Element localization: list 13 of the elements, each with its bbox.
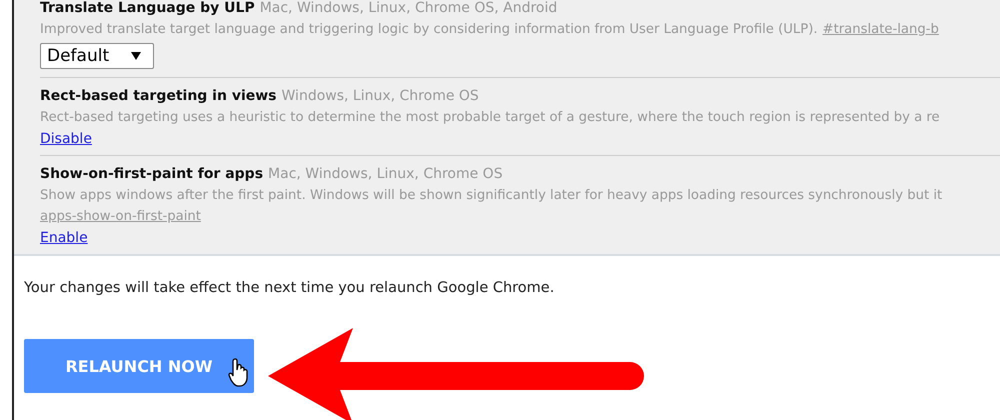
flag-description: Improved translate target language and triggering logic by considering information from User Language Profile (ULP). xyxy=(40,22,818,37)
flag-description: Show apps windows after the first paint. Windows will be shown significantly later for heavy apps loading resources synchronously but it xyxy=(40,188,942,203)
flag-platforms: Mac, Windows, Linux, Chrome OS xyxy=(268,166,503,182)
dropdown[interactable]: Default xyxy=(40,43,154,69)
flag-title: Rect-based targeting in views xyxy=(40,88,277,104)
flag-platforms: Mac, Windows, Linux, Chrome OS, Android xyxy=(260,0,558,16)
flag-title: Show-on-first-paint for apps xyxy=(40,166,264,182)
flag-description: Rect-based targeting uses a heuristic to determine the most probable target of a gesture, where the touch region is represented by a re xyxy=(40,110,940,125)
toggle-link[interactable]: Disable xyxy=(40,131,92,147)
flag-title: Translate Language by ULP xyxy=(40,0,255,16)
flag-platforms: Windows, Linux, Chrome OS xyxy=(282,88,479,104)
relaunch-message: Your changes will take effect the next time you relaunch Google Chrome. xyxy=(24,280,556,296)
toggle-link[interactable]: Enable xyxy=(40,230,88,246)
